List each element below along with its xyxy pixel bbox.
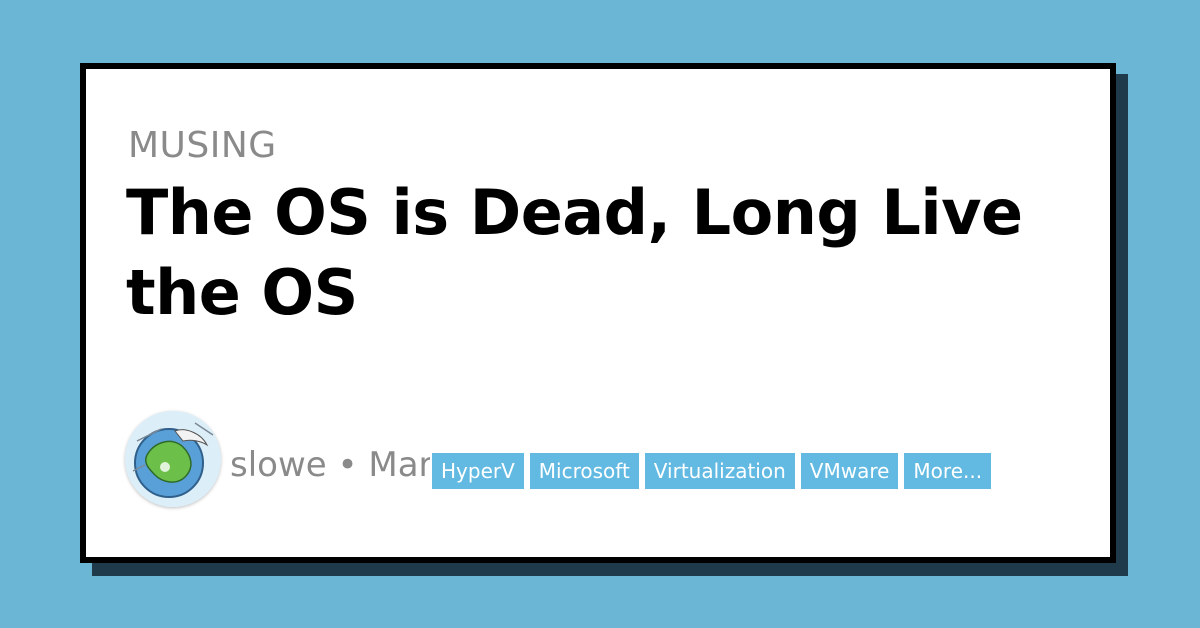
post-card: MUSING The OS is Dead, Long Live the OS … (80, 63, 1116, 563)
tag-virtualization[interactable]: Virtualization (644, 453, 795, 489)
globe-avatar-icon (125, 411, 221, 507)
author-avatar (125, 411, 221, 507)
tag-microsoft[interactable]: Microsoft (529, 453, 639, 489)
tag-vmware[interactable]: VMware (800, 453, 899, 489)
post-title: The OS is Dead, Long Live the OS (126, 176, 1023, 329)
post-category: MUSING (128, 125, 277, 166)
post-byline: slowe • Mar (230, 445, 430, 485)
tag-list: HyperV Microsoft Virtualization VMware M… (432, 453, 992, 489)
tag-hyperv[interactable]: HyperV (432, 453, 524, 489)
tag-more[interactable]: More... (904, 453, 992, 489)
